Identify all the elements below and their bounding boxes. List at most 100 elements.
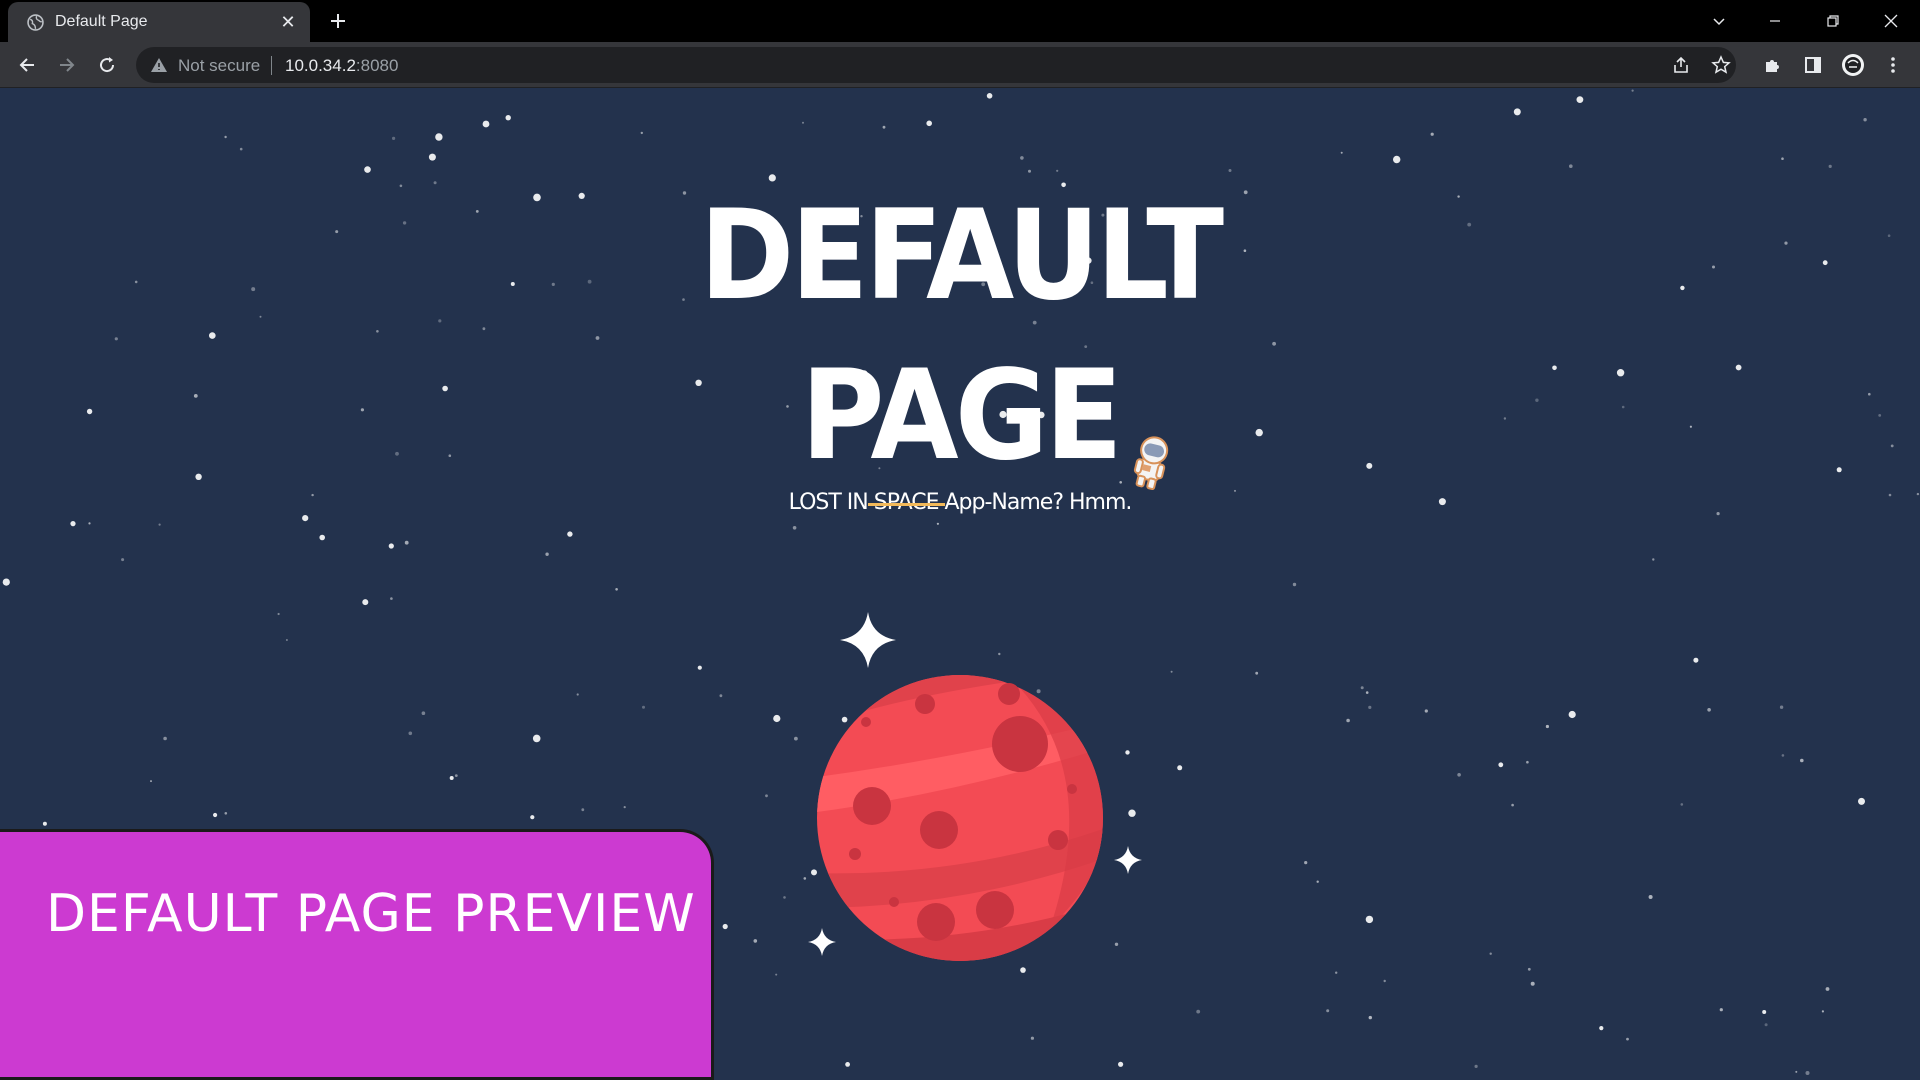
- star: [1828, 164, 1832, 168]
- star: [576, 693, 579, 696]
- star: [545, 552, 549, 556]
- omnibox-divider: [271, 56, 272, 75]
- star: [404, 540, 409, 545]
- browser-menu-button[interactable]: [1878, 50, 1908, 80]
- restore-button[interactable]: [1818, 6, 1848, 36]
- star: [362, 599, 369, 606]
- star: [1366, 462, 1373, 469]
- star: [335, 230, 339, 234]
- sparkle-left: [808, 928, 836, 956]
- tab-strip: Default Page ✕: [0, 0, 1920, 42]
- star: [1119, 481, 1122, 484]
- reload-button[interactable]: [92, 50, 122, 80]
- star: [1648, 895, 1653, 899]
- star: [1568, 710, 1576, 719]
- star: [1196, 1009, 1201, 1014]
- star: [1335, 971, 1338, 974]
- star: [209, 332, 216, 339]
- star: [1304, 861, 1308, 865]
- preview-banner-label: DEFAULT PAGE PREVIEW: [46, 884, 696, 944]
- star: [1716, 512, 1720, 516]
- star: [1616, 369, 1625, 377]
- star: [1513, 108, 1521, 116]
- profile-avatar[interactable]: [1838, 50, 1868, 80]
- star: [1545, 724, 1549, 729]
- star: [277, 612, 280, 616]
- minimize-button[interactable]: [1760, 6, 1790, 36]
- star: [882, 125, 886, 129]
- star: [1234, 489, 1236, 492]
- star: [448, 454, 452, 458]
- star: [88, 522, 91, 525]
- star: [1530, 981, 1535, 986]
- star: [390, 597, 393, 600]
- star: [1693, 657, 1699, 663]
- star: [1360, 686, 1364, 690]
- globe-icon: [27, 14, 44, 31]
- security-status[interactable]: Not secure: [178, 56, 260, 76]
- tab-search-button[interactable]: [1704, 6, 1734, 36]
- address-bar[interactable]: Not secure 10.0.34.2:8080: [136, 47, 1736, 83]
- star: [454, 774, 458, 777]
- warning-icon: [151, 58, 167, 72]
- star: [1805, 1071, 1810, 1075]
- new-tab-button[interactable]: [324, 8, 352, 36]
- star: [1368, 1015, 1373, 1020]
- star: [1576, 96, 1584, 103]
- star: [150, 780, 152, 783]
- star: [765, 794, 768, 798]
- star: [421, 711, 426, 715]
- star: [551, 282, 555, 286]
- star: [1762, 1010, 1767, 1014]
- star: [1764, 1023, 1768, 1027]
- star: [1535, 398, 1539, 402]
- star: [1177, 765, 1183, 771]
- star: [1689, 425, 1692, 428]
- star: [1368, 705, 1372, 710]
- star: [1028, 169, 1031, 173]
- star: [438, 319, 442, 323]
- star: [1365, 691, 1369, 694]
- star: [1779, 705, 1784, 709]
- side-panel-button[interactable]: [1798, 50, 1828, 80]
- star: [1467, 222, 1472, 227]
- star: [1652, 558, 1655, 561]
- chevron-down-icon: [1713, 18, 1725, 26]
- star: [1511, 803, 1514, 807]
- star: [1821, 1010, 1824, 1013]
- star: [1020, 156, 1024, 160]
- star: [395, 451, 399, 456]
- back-button[interactable]: [12, 50, 42, 80]
- star: [1621, 405, 1625, 409]
- star: [1735, 364, 1742, 371]
- star: [388, 543, 394, 549]
- star: [442, 385, 448, 392]
- star: [1825, 987, 1830, 991]
- star: [578, 192, 585, 199]
- star: [986, 93, 993, 99]
- tab-close-icon[interactable]: ✕: [278, 12, 298, 32]
- close-window-icon: [1884, 14, 1898, 28]
- tagline: LOST IN SPACE App-Name? Hmm.: [770, 490, 1150, 515]
- star: [1170, 670, 1173, 673]
- star: [42, 821, 47, 826]
- star: [1228, 169, 1232, 172]
- star: [285, 639, 288, 641]
- star: [1498, 762, 1504, 768]
- forward-button[interactable]: [52, 50, 82, 80]
- star: [399, 184, 403, 188]
- close-window-button[interactable]: [1876, 6, 1906, 36]
- tab-default-page[interactable]: Default Page ✕: [8, 2, 310, 42]
- bookmark-star-icon[interactable]: [1711, 55, 1731, 75]
- url-text[interactable]: 10.0.34.2:8080: [285, 56, 398, 76]
- share-icon[interactable]: [1671, 55, 1691, 75]
- star: [1503, 417, 1507, 420]
- extensions-button[interactable]: [1758, 50, 1788, 80]
- star: [1707, 708, 1711, 712]
- star: [1599, 1026, 1604, 1031]
- star: [1631, 89, 1634, 92]
- star: [1890, 444, 1894, 448]
- star: [1712, 265, 1715, 269]
- star: [121, 558, 125, 562]
- star: [1858, 797, 1865, 805]
